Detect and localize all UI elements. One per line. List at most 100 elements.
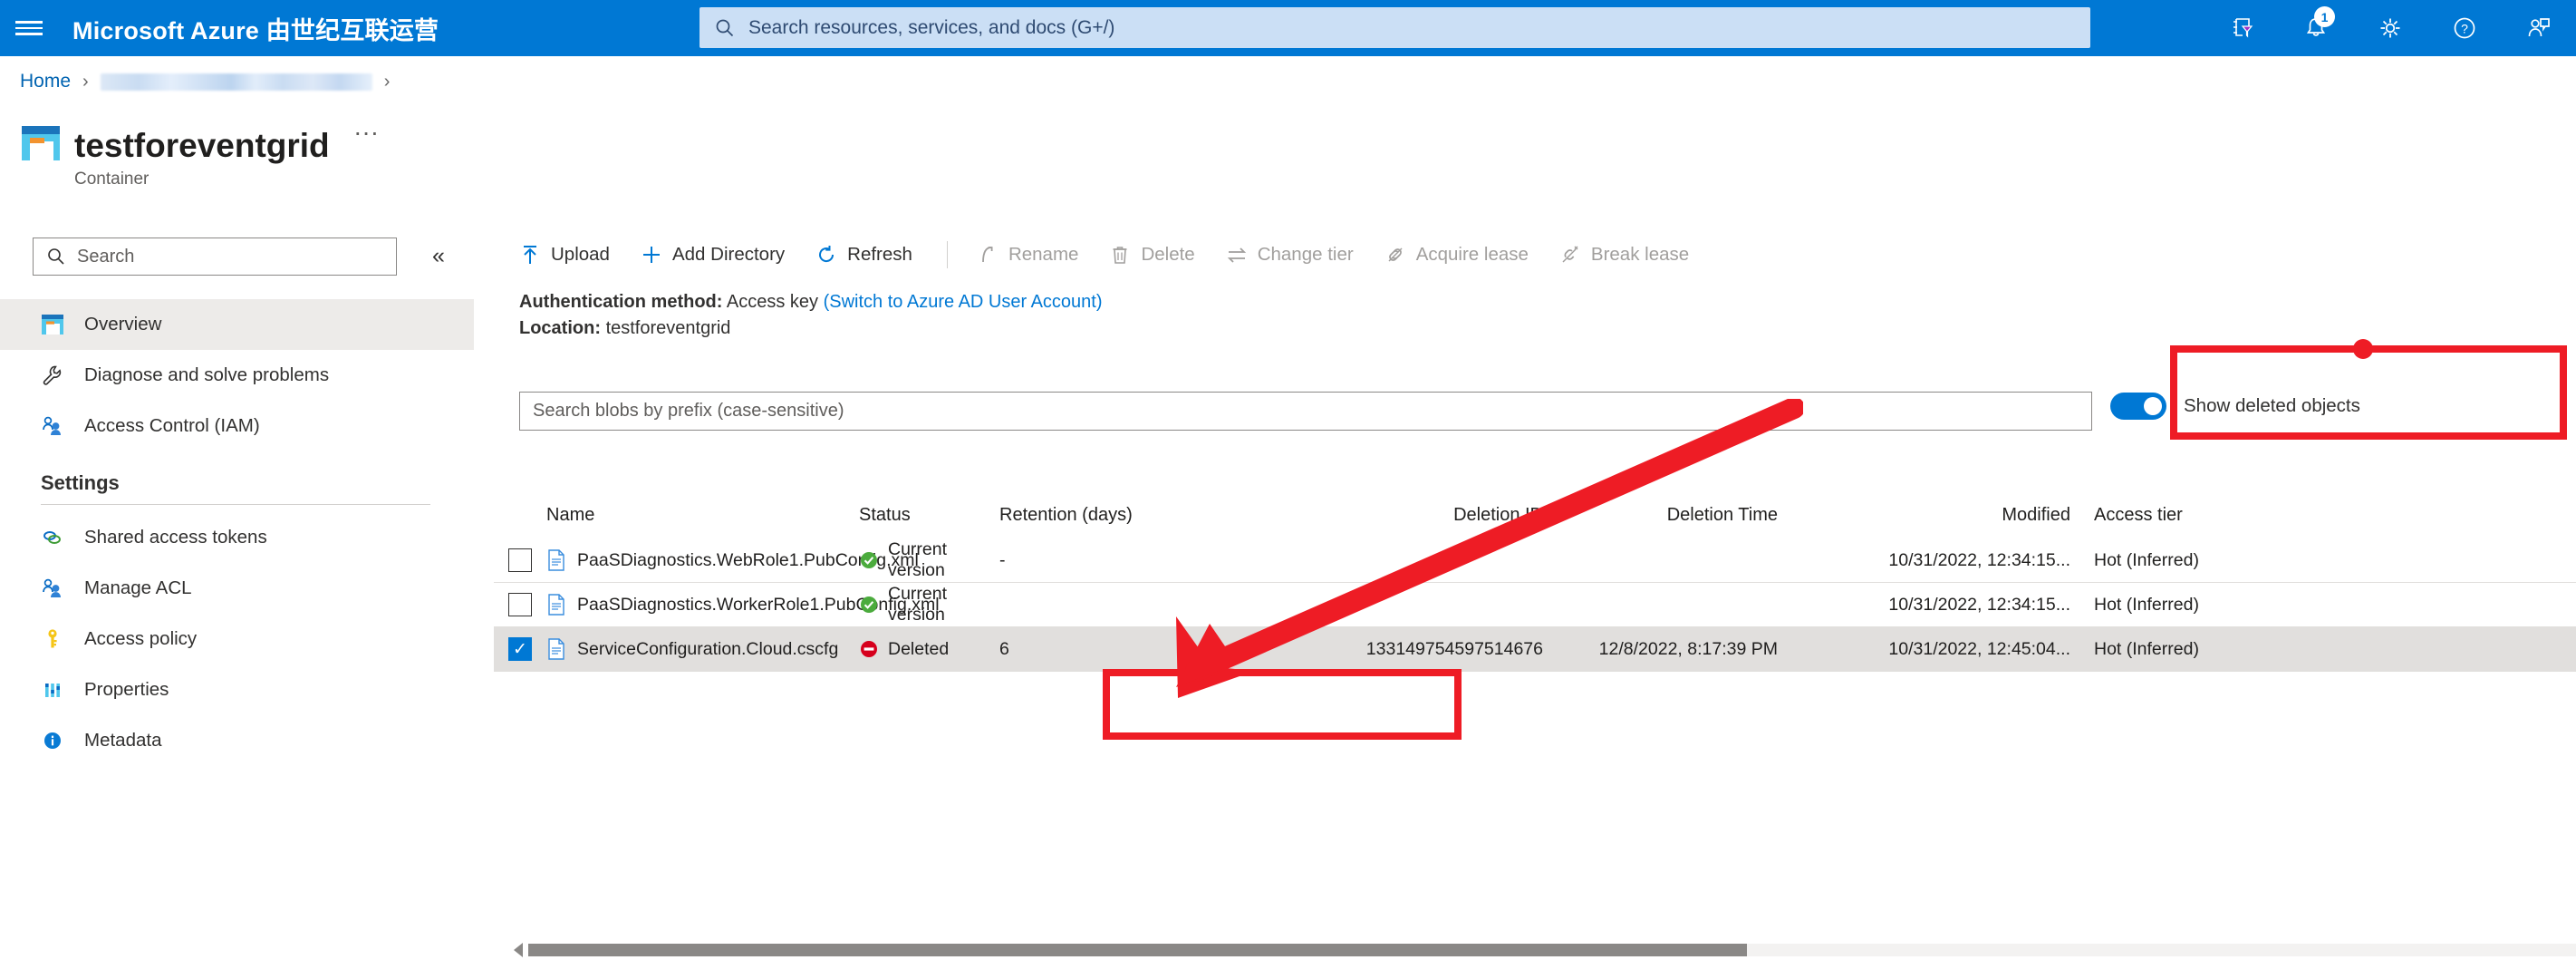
cell-status-text: Deleted bbox=[888, 639, 949, 660]
row-checkbox[interactable] bbox=[508, 548, 532, 572]
acquire-lease-button-label: Acquire lease bbox=[1416, 244, 1529, 266]
cell-modified: 10/31/2022, 12:34:15... bbox=[1787, 550, 2081, 571]
upload-button-label: Upload bbox=[551, 244, 610, 266]
show-deleted-objects-toggle[interactable] bbox=[2110, 393, 2166, 420]
sidebar-section-title: Settings bbox=[0, 451, 474, 504]
auth-method-value: Access key bbox=[727, 292, 818, 312]
column-header-retention[interactable]: Retention (days) bbox=[999, 505, 1279, 526]
row-checkbox-cell bbox=[494, 593, 546, 616]
add-directory-button-label: Add Directory bbox=[672, 244, 785, 266]
page-more-options-button[interactable]: ··· bbox=[353, 118, 379, 147]
cloud-shell-filter-icon[interactable] bbox=[2205, 0, 2279, 56]
search-blobs-placeholder: Search blobs by prefix (case-sensitive) bbox=[533, 401, 844, 422]
scroll-left-arrow-icon[interactable] bbox=[514, 943, 523, 957]
column-header-modified[interactable]: Modified bbox=[1787, 505, 2081, 526]
column-header-deletion-id[interactable]: Deletion ID bbox=[1279, 505, 1556, 526]
search-icon bbox=[46, 247, 66, 267]
row-checkbox[interactable] bbox=[508, 593, 532, 616]
sidebar-item-metadata[interactable]: Metadata bbox=[0, 715, 474, 766]
break-lease-button[interactable]: Break lease bbox=[1559, 244, 1689, 266]
cell-status-text: Current version bbox=[888, 539, 999, 581]
row-checkbox[interactable]: ✓ bbox=[508, 637, 532, 661]
hamburger-menu-icon[interactable] bbox=[0, 0, 58, 56]
cell-status: Current version bbox=[859, 584, 999, 625]
sidebar-divider bbox=[41, 504, 430, 505]
show-deleted-objects-control: Show deleted objects bbox=[2110, 393, 2360, 420]
toggle-knob bbox=[2144, 397, 2162, 415]
delete-button[interactable]: Delete bbox=[1109, 244, 1194, 266]
page-title: testforeventgrid bbox=[74, 127, 330, 164]
horizontal-scrollbar[interactable] bbox=[514, 940, 2576, 960]
sidebar-item-label: Access policy bbox=[84, 628, 197, 650]
refresh-button-label: Refresh bbox=[847, 244, 912, 266]
sidebar-item-properties[interactable]: Properties bbox=[0, 664, 474, 715]
change-tier-button[interactable]: Change tier bbox=[1226, 244, 1354, 266]
acquire-lease-button[interactable]: Acquire lease bbox=[1384, 244, 1529, 266]
page-header: testforeventgrid ··· Container bbox=[22, 118, 379, 189]
table-header-row: Name Status Retention (days) Deletion ID… bbox=[494, 491, 2576, 538]
sidebar-item-shared-access-tokens[interactable]: Shared access tokens bbox=[0, 512, 474, 563]
toolbar-divider bbox=[947, 241, 948, 268]
sidebar-navigation: Overview Diagnose and solve problems Acc… bbox=[0, 299, 474, 766]
cell-deletion-id: 133149754597514676 bbox=[1279, 639, 1556, 660]
blob-list-table: Name Status Retention (days) Deletion ID… bbox=[494, 491, 2576, 672]
sidebar-item-diagnose-and-solve-problems[interactable]: Diagnose and solve problems bbox=[0, 350, 474, 401]
breadcrumb: Home › › bbox=[20, 71, 401, 92]
notifications-bell-icon[interactable]: 1 bbox=[2279, 0, 2353, 56]
cell-access-tier: Hot (Inferred) bbox=[2081, 639, 2290, 660]
red-deleted-icon bbox=[859, 639, 879, 659]
sidebar-item-overview[interactable]: Overview bbox=[0, 299, 474, 350]
feedback-person-icon[interactable] bbox=[2502, 0, 2576, 56]
cell-deletion-time: 12/8/2022, 8:17:39 PM bbox=[1556, 639, 1787, 660]
switch-to-azure-ad-link[interactable]: (Switch to Azure AD User Account) bbox=[824, 292, 1103, 312]
global-search-input[interactable]: Search resources, services, and docs (G+… bbox=[699, 7, 2090, 48]
breadcrumb-home-link[interactable]: Home bbox=[20, 71, 71, 92]
sidebar-item-label: Metadata bbox=[84, 730, 161, 752]
sidebar-item-label: Manage ACL bbox=[84, 577, 192, 599]
top-bar-icon-group: 1 ? bbox=[2205, 0, 2576, 56]
xml-file-icon bbox=[546, 549, 566, 571]
chevron-double-left-icon[interactable]: « bbox=[432, 243, 445, 269]
table-row[interactable]: PaaSDiagnostics.WorkerRole1.PubConfig.xm… bbox=[494, 583, 2576, 627]
search-blobs-input[interactable]: Search blobs by prefix (case-sensitive) bbox=[519, 392, 2092, 431]
column-header-name[interactable]: Name bbox=[546, 505, 859, 526]
cell-name: PaaSDiagnostics.WebRole1.PubConfig.xml bbox=[546, 549, 859, 571]
auth-method-label: Authentication method: bbox=[519, 292, 722, 312]
column-header-status[interactable]: Status bbox=[859, 505, 999, 526]
break-lease-icon bbox=[1559, 244, 1581, 266]
location-value: testforeventgrid bbox=[606, 318, 731, 338]
key-icon bbox=[41, 627, 72, 651]
location-label: Location: bbox=[519, 318, 601, 338]
authentication-info: Authentication method: Access key (Switc… bbox=[474, 289, 2576, 342]
sidebar-search-input[interactable]: Search bbox=[33, 238, 397, 276]
show-deleted-objects-label: Show deleted objects bbox=[2184, 395, 2360, 417]
annotation-box-deleted-status bbox=[1103, 669, 1462, 740]
sidebar-item-access-policy[interactable]: Access policy bbox=[0, 614, 474, 664]
wrench-icon bbox=[41, 364, 72, 387]
help-question-icon[interactable]: ? bbox=[2427, 0, 2502, 56]
add-directory-button[interactable]: Add Directory bbox=[641, 244, 785, 266]
table-row[interactable]: PaaSDiagnostics.WebRole1.PubConfig.xml C… bbox=[494, 538, 2576, 583]
sidebar-item-access-control-iam[interactable]: Access Control (IAM) bbox=[0, 401, 474, 451]
sidebar-search-placeholder: Search bbox=[77, 247, 134, 267]
sidebar-item-manage-acl[interactable]: Manage ACL bbox=[0, 563, 474, 614]
cell-retention: - bbox=[999, 550, 1279, 571]
people-icon bbox=[41, 414, 72, 438]
search-icon bbox=[714, 17, 736, 39]
cell-status: Current version bbox=[859, 539, 999, 581]
settings-gear-icon[interactable] bbox=[2353, 0, 2427, 56]
svg-text:?: ? bbox=[2461, 22, 2468, 36]
scrollbar-track[interactable] bbox=[528, 944, 2576, 956]
upload-button[interactable]: Upload bbox=[519, 244, 610, 266]
column-header-deletion-time[interactable]: Deletion Time bbox=[1556, 505, 1787, 526]
refresh-button[interactable]: Refresh bbox=[815, 244, 912, 266]
scrollbar-thumb[interactable] bbox=[528, 944, 1747, 956]
plus-icon bbox=[641, 244, 662, 266]
rename-button[interactable]: Rename bbox=[977, 244, 1079, 266]
table-row[interactable]: ✓ ServiceConfiguration.Cloud.cscfg bbox=[494, 627, 2576, 672]
breadcrumb-redacted-segment[interactable] bbox=[101, 73, 372, 91]
azure-brand-title[interactable]: Microsoft Azure 由世纪互联运营 bbox=[72, 11, 439, 46]
xml-file-icon bbox=[546, 594, 566, 616]
upload-arrow-icon bbox=[519, 244, 541, 266]
column-header-access-tier[interactable]: Access tier bbox=[2081, 505, 2290, 526]
